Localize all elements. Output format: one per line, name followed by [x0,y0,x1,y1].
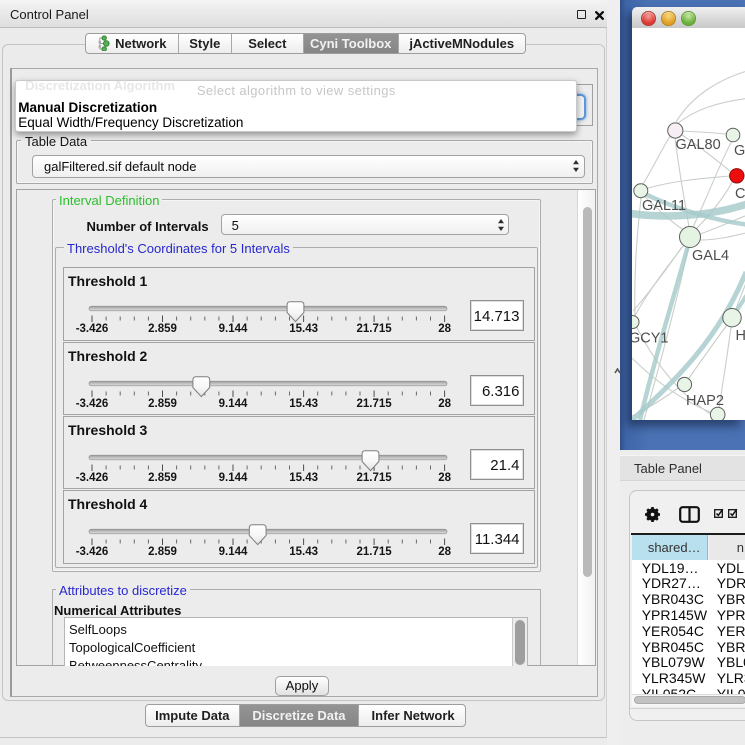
svg-text:C: C [735,186,745,202]
svg-text:-3.426: -3.426 [76,472,109,484]
svg-text:15.43: 15.43 [289,472,318,484]
svg-text:9.144: 9.144 [219,472,248,484]
svg-text:21.715: 21.715 [357,323,393,335]
svg-text:28: 28 [438,472,451,484]
svg-text:-3.426: -3.426 [76,323,109,335]
svg-text:2.859: 2.859 [148,323,177,335]
svg-text:-3.426: -3.426 [76,546,109,558]
svg-text:2.859: 2.859 [148,472,177,484]
svg-text:9.144: 9.144 [219,546,248,558]
svg-text:GAL4: GAL4 [692,248,729,264]
svg-text:28: 28 [438,323,451,335]
svg-text:GAL11: GAL11 [642,198,686,214]
svg-text:15.43: 15.43 [289,398,318,410]
svg-text:9.144: 9.144 [219,398,248,410]
svg-text:2.859: 2.859 [148,398,177,410]
svg-text:28: 28 [438,398,451,410]
svg-text:-3.426: -3.426 [76,398,109,410]
svg-text:GCY1: GCY1 [632,331,669,347]
svg-text:2.859: 2.859 [148,546,177,558]
svg-text:9.144: 9.144 [219,323,248,335]
svg-text:H: H [736,328,745,344]
svg-text:GA: GA [734,143,745,159]
svg-text:28: 28 [438,546,451,558]
svg-text:15.43: 15.43 [289,323,318,335]
svg-text:21.715: 21.715 [357,472,393,484]
svg-text:15.43: 15.43 [289,546,318,558]
svg-text:21.715: 21.715 [357,546,393,558]
svg-text:21.715: 21.715 [357,398,393,410]
svg-text:HAP2: HAP2 [686,393,724,409]
svg-text:GAL80: GAL80 [676,137,721,153]
